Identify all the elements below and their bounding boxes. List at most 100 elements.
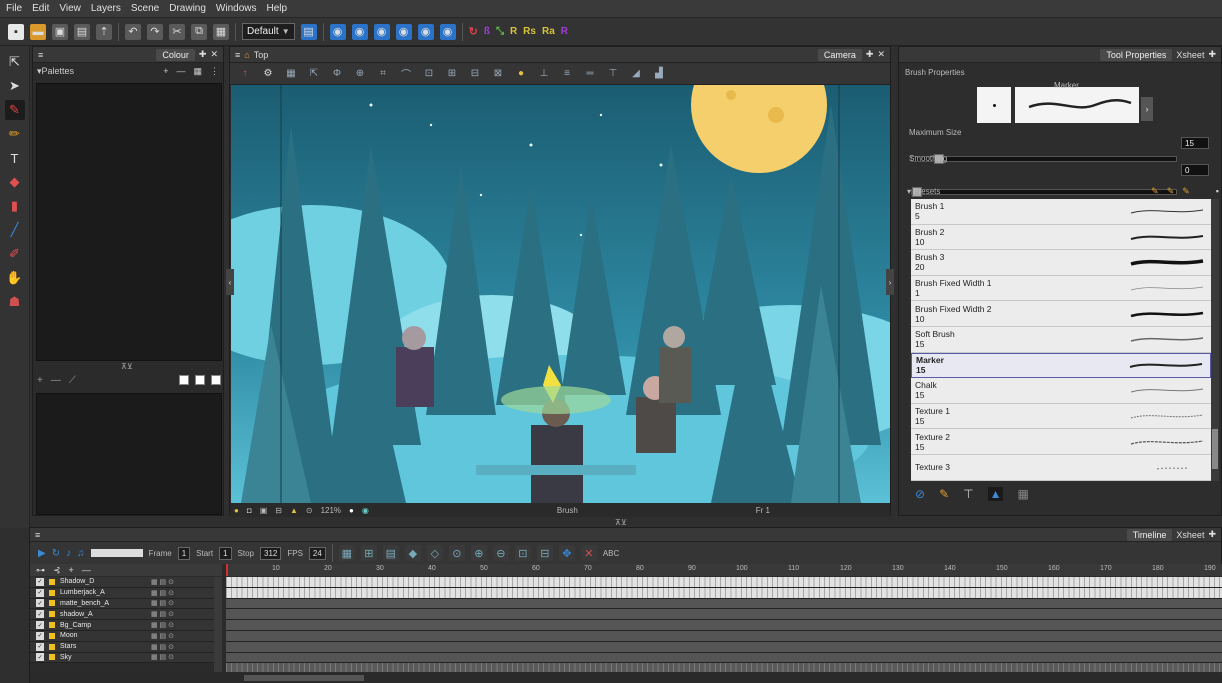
underlay-icon[interactable]: ⊞ (445, 67, 459, 81)
menu-windows[interactable]: Windows (216, 3, 257, 14)
menu-view[interactable]: View (59, 3, 81, 14)
layer-row[interactable]: ✓ Sky ▦ ▤ ⊙ (30, 652, 214, 664)
layer-toggles[interactable]: ▦ ▤ ⊙ (151, 589, 174, 597)
middle-align-icon[interactable]: ≡ (560, 67, 574, 81)
frame-track[interactable] (226, 620, 1222, 631)
fps-field[interactable]: 24 (308, 546, 326, 560)
stop-field[interactable]: 312 (260, 546, 282, 560)
presets-scrollbar[interactable] (1211, 199, 1219, 481)
palette-lock-icon[interactable]: ⋮ (210, 66, 219, 77)
rename-preset-icon[interactable]: ✎ (1182, 186, 1190, 197)
panel-menu-icon[interactable]: ≡ (35, 530, 40, 540)
motion-keyframe-icon[interactable]: ⊕ (470, 545, 487, 561)
tab-timeline[interactable]: Timeline (1126, 528, 1173, 541)
light-icon[interactable]: ● (234, 506, 239, 515)
text-tool-icon[interactable]: T (5, 148, 25, 168)
panel-menu-icon[interactable]: ≡ (235, 50, 240, 60)
layer-row[interactable]: ✓ Lumberjack_A ▦ ▤ ⊙ (30, 587, 214, 599)
save-as-icon[interactable]: ▤ (74, 23, 90, 40)
save-icon[interactable]: ▣ (52, 23, 68, 40)
start-field[interactable]: 1 (219, 546, 232, 560)
frame-track[interactable] (226, 609, 1222, 621)
bucket-icon[interactable]: ▟ (652, 67, 666, 81)
contour-editor-icon[interactable]: ➤ (5, 76, 25, 96)
new-preset-icon[interactable]: ✎ (1151, 186, 1159, 197)
onion-drawing-icon[interactable]: ◉ (417, 23, 434, 40)
layer-toggles[interactable]: ▦ ▤ ⊙ (151, 578, 174, 586)
tab-tool-properties[interactable]: Tool Properties (1100, 48, 1173, 61)
add-palette-icon[interactable]: + (163, 66, 168, 77)
layer-row[interactable]: ✓ Bg_Camp ▦ ▤ ⊙ (30, 620, 214, 631)
layer-props-icon[interactable]: ⊶ (36, 565, 45, 576)
undo-icon[interactable]: ↶ (125, 23, 141, 40)
presets-toggle[interactable]: ▾ Presets (907, 187, 940, 196)
layer-visibility-checkbox[interactable]: ✓ (36, 588, 44, 597)
settings-gear-icon[interactable]: ⚙ (261, 67, 275, 81)
layer-toggles[interactable]: ▦ ▤ ⊙ (151, 599, 174, 607)
zoom-level[interactable]: 121% (321, 506, 341, 515)
cut-icon[interactable]: ✂ (169, 23, 185, 40)
colour-art-icon[interactable]: ⊟ (468, 67, 482, 81)
dropper-tool-icon[interactable]: ✐ (5, 244, 25, 264)
colour-mode-icon[interactable]: ◉ (362, 506, 369, 515)
preset-chalk[interactable]: Chalk 15 (911, 378, 1211, 404)
home-icon[interactable]: ⌂ (244, 50, 249, 60)
layer-row[interactable]: ✓ shadow_A ▦ ▤ ⊙ (30, 609, 214, 621)
layer-visibility-checkbox[interactable]: ✓ (36, 621, 44, 630)
frame-track[interactable] (226, 577, 1222, 588)
sound-scrub-icon[interactable]: ♫ (77, 548, 85, 559)
new-file-icon[interactable]: ▪ (8, 23, 24, 40)
eraser-tool-icon[interactable]: ▮ (5, 196, 25, 216)
menu-help[interactable]: Help (267, 3, 288, 14)
stencil-icon[interactable]: ▦ (1017, 487, 1028, 501)
layer-visibility-checkbox[interactable]: ✓ (36, 653, 44, 662)
playback-speed-slider[interactable] (90, 549, 143, 557)
tab-xsheet[interactable]: Xsheet (1176, 50, 1204, 60)
layer-toggles[interactable]: ▦ ▤ ⊙ (151, 632, 174, 640)
preset-brush-fixed-width-2[interactable]: Brush Fixed Width 2 10 (911, 301, 1211, 327)
layer-row[interactable]: ✓ Shadow_D ▦ ▤ ⊙ (30, 577, 214, 588)
loop-icon[interactable]: ↻ (52, 548, 60, 559)
copy-icon[interactable]: ⧉ (191, 23, 207, 40)
add-layer-plus-icon[interactable]: + (69, 565, 74, 575)
stamp-tool-icon[interactable]: ☗ (5, 292, 25, 312)
layer-row[interactable]: ✓ Stars ▦ ▤ ⊙ (30, 641, 214, 653)
workspace-manager-icon[interactable]: ▤ (300, 23, 317, 40)
brush-tool-icon[interactable]: ✎ (4, 100, 25, 120)
smoothing-field[interactable]: 0 (1181, 164, 1209, 176)
splitter-handle-icon[interactable]: ⊼⊻ (121, 362, 133, 371)
layer-row[interactable]: ✓ matte_bench_A ▦ ▤ ⊙ (30, 598, 214, 610)
tab-camera[interactable]: Camera (817, 48, 862, 61)
delete-keyframe-icon[interactable]: ◇ (426, 545, 443, 561)
swatch-line[interactable] (179, 375, 189, 385)
palette-list[interactable] (36, 83, 222, 361)
brush-cursor-icon[interactable]: ß (484, 26, 490, 37)
reset-view-icon[interactable]: ⊙ (306, 506, 313, 515)
preset-texture-1[interactable]: Texture 1 15 (911, 403, 1211, 430)
add-panel-icon[interactable]: ✚ (199, 49, 207, 60)
frame-track[interactable] (226, 598, 1222, 610)
swatch-default[interactable] (211, 375, 221, 385)
bottom-align-icon[interactable]: ⊥ (537, 67, 551, 81)
remove-layer-icon[interactable]: — (82, 565, 91, 575)
onion-prev-icon[interactable]: ◉ (351, 23, 368, 40)
flatten-icon[interactable]: ═ (583, 67, 597, 81)
alphabetic-sort-icon[interactable]: ABC (603, 549, 619, 558)
timeline-splitter-icon[interactable]: ⊼⊻ (615, 518, 627, 527)
preset-brush-fixed-width-1[interactable]: Brush Fixed Width 11 (911, 275, 1211, 302)
layer-visibility-checkbox[interactable]: ✓ (36, 577, 44, 586)
layer-toggles[interactable]: ▦ ▤ ⊙ (151, 610, 174, 618)
reset-scale-icon[interactable]: Rs (523, 26, 536, 37)
panel-menu-icon[interactable]: ≡ (38, 50, 43, 60)
layer-toggles[interactable]: ▦ ▤ ⊙ (151, 653, 174, 661)
preset-brush-2[interactable]: Brush 2 10 (911, 224, 1211, 251)
frame-ruler[interactable]: 10 20 30 40 50 60 70 80 90 100 110 120 1… (226, 564, 1222, 576)
frames-grid[interactable] (226, 577, 1222, 672)
maximum-size-slider[interactable] (911, 154, 1177, 164)
collapse-right-icon[interactable]: › (886, 269, 894, 295)
presets-scrollbar-thumb[interactable] (1212, 429, 1218, 469)
light-table-icon[interactable]: ⌗ (376, 67, 390, 81)
play-icon[interactable]: ▶ (38, 548, 46, 559)
collapse-left-icon[interactable]: ‹ (226, 269, 234, 295)
menu-file[interactable]: File (6, 3, 22, 14)
